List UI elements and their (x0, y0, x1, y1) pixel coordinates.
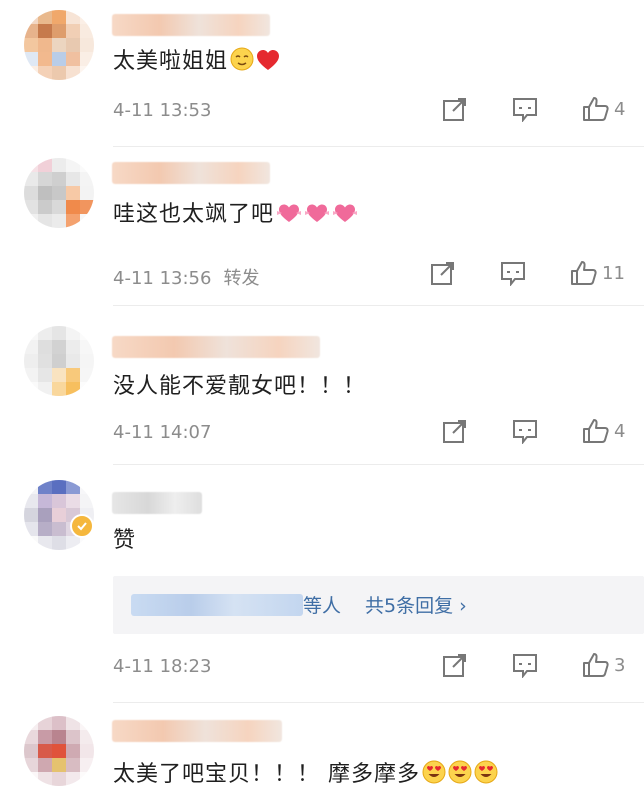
share-button[interactable] (442, 418, 468, 444)
thumbs-up-icon (583, 97, 609, 121)
reply-username-redacted (131, 594, 303, 616)
comment-actions: 4 (0, 418, 644, 446)
thumbs-up-icon (571, 261, 597, 285)
like-button[interactable]: 11 (570, 260, 625, 286)
like-count: 4 (614, 98, 626, 120)
comment-icon (513, 98, 537, 122)
comment-text: 哇这也太飒了吧 (113, 200, 358, 233)
share-button[interactable] (430, 260, 456, 286)
comment-button[interactable] (512, 418, 538, 444)
comment-button[interactable] (512, 96, 538, 122)
comment-item: 没人能不爱靓女吧！！！ 4-11 14:07 4 (0, 308, 644, 466)
divider (113, 702, 644, 703)
comment-actions: 4 (0, 96, 644, 124)
divider (113, 146, 644, 147)
comment-text: 没人能不爱靓女吧！！！ (113, 374, 367, 399)
username-redacted[interactable] (112, 336, 320, 358)
heart-eyes-emoji (448, 760, 472, 793)
comment-item: 太美啦姐姐 4-11 13:53 4 (0, 0, 644, 150)
username-redacted[interactable] (112, 14, 270, 36)
share-icon (443, 420, 466, 443)
like-button[interactable]: 3 (582, 652, 625, 678)
comment-text: 太美了吧宝贝！！！ 摩多摩多 (113, 760, 498, 793)
comment-actions: 11 (0, 260, 644, 288)
username-redacted[interactable] (112, 492, 202, 514)
thumbs-up-icon (583, 653, 609, 677)
comment-icon (501, 262, 525, 286)
share-icon (431, 262, 454, 285)
share-button[interactable] (442, 96, 468, 122)
heart-eyes-emoji (474, 760, 498, 793)
heart-bow-emoji (304, 202, 330, 233)
username-redacted[interactable] (112, 162, 270, 184)
relieved-face-emoji (230, 47, 254, 80)
like-count: 4 (614, 420, 626, 442)
comment-text: 太美啦姐姐 (113, 47, 280, 80)
comment-button[interactable] (500, 260, 526, 286)
comment-feed: 太美啦姐姐 4-11 13:53 4 哇这也太飒了吧 4-11 13:56 转发… (0, 0, 644, 812)
reply-preview[interactable]: 等人 共5条回复 › (113, 576, 644, 634)
comment-item: 哇这也太飒了吧 4-11 13:56 转发 11 (0, 150, 644, 308)
username-redacted[interactable] (112, 720, 282, 742)
avatar[interactable] (24, 158, 94, 228)
heart-bow-emoji (276, 202, 302, 233)
like-count: 11 (602, 262, 625, 284)
thumbs-up-icon (583, 419, 609, 443)
checkmark-icon (77, 522, 87, 531)
avatar[interactable] (24, 716, 94, 786)
comment-item: 太美了吧宝贝！！！ 摩多摩多 (0, 706, 644, 812)
red-heart-emoji (256, 49, 280, 80)
avatar[interactable] (24, 326, 94, 396)
like-button[interactable]: 4 (582, 96, 625, 122)
comment-text: 赞 (113, 528, 137, 553)
share-icon (443, 654, 466, 677)
share-button[interactable] (442, 652, 468, 678)
heart-bow-emoji (332, 202, 358, 233)
comment-actions: 3 (0, 652, 644, 680)
share-icon (443, 98, 466, 121)
heart-eyes-emoji (422, 760, 446, 793)
reply-name-suffix: 等人 (303, 595, 342, 617)
divider (113, 305, 644, 306)
like-count: 3 (614, 654, 626, 676)
divider (113, 464, 644, 465)
comment-item: 赞 等人 共5条回复 › 4-11 18:23 3 (0, 466, 644, 706)
verified-badge (70, 514, 94, 538)
comment-button[interactable] (512, 652, 538, 678)
comment-icon (513, 654, 537, 678)
view-replies-link[interactable]: 共5条回复 › (365, 591, 467, 618)
like-button[interactable]: 4 (582, 418, 625, 444)
comment-icon (513, 420, 537, 444)
avatar[interactable] (24, 10, 94, 80)
